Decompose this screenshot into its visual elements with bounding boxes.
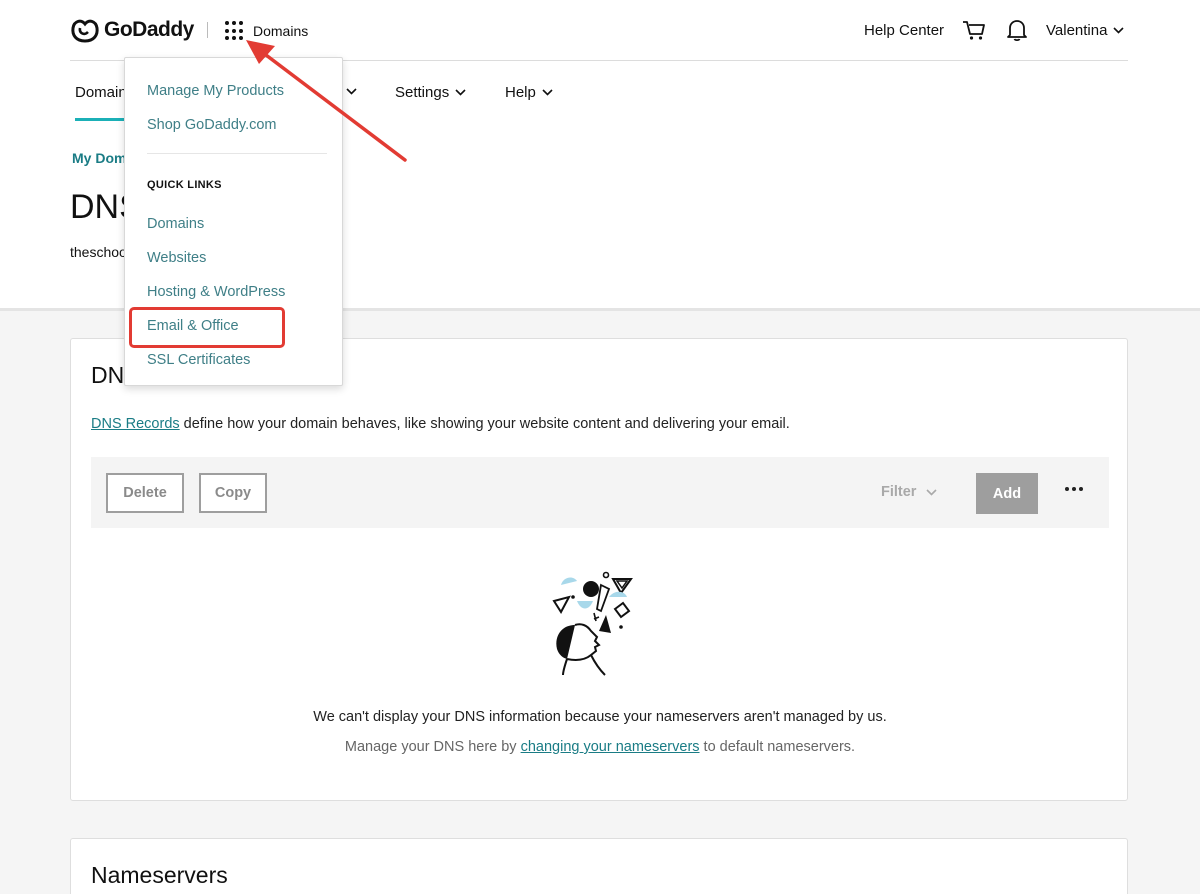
dns-description: DNS Records define how your domain behav… <box>91 416 790 432</box>
dns-toolbar: Delete Copy Filter Add <box>91 457 1109 528</box>
apps-dropdown-menu: Manage My Products Shop GoDaddy.com QUIC… <box>124 57 343 386</box>
chevron-down-icon <box>455 89 466 96</box>
dns-records-card: DN DNS Records define how your domain be… <box>70 338 1128 801</box>
chevron-down-icon <box>1113 27 1125 34</box>
subnav-item-domain[interactable]: Domain <box>75 84 127 101</box>
empty-state-message: We can't display your DNS information be… <box>313 709 887 725</box>
product-name[interactable]: Domains <box>253 23 308 39</box>
dns-description-text: define how your domain behaves, like sho… <box>179 416 790 432</box>
chevron-down-icon <box>926 488 938 496</box>
user-name: Valentina <box>1046 22 1108 39</box>
help-center-link[interactable]: Help Center <box>864 22 944 39</box>
empty-sub-suffix: to default nameservers. <box>699 739 856 755</box>
godaddy-logo-icon <box>71 19 99 43</box>
subnav-item-help[interactable]: Help <box>505 84 553 101</box>
empty-state-subtext: Manage your DNS here by changing your na… <box>71 739 1129 755</box>
menu-item-hosting-wordpress[interactable]: Hosting & WordPress <box>147 284 285 300</box>
subnav-item-label: Help <box>505 84 536 101</box>
dns-records-link[interactable]: DNS Records <box>91 416 180 432</box>
menu-divider <box>147 153 327 154</box>
cart-icon[interactable] <box>962 19 986 41</box>
nameservers-card-title: Nameservers <box>91 862 228 888</box>
subnav-active-indicator <box>75 118 125 121</box>
menu-item-email-office[interactable]: Email & Office <box>147 318 239 334</box>
menu-item-shop-godaddy[interactable]: Shop GoDaddy.com <box>147 117 277 133</box>
more-options-icon[interactable] <box>1061 479 1087 499</box>
menu-item-domains[interactable]: Domains <box>147 216 204 232</box>
header-divider <box>207 22 208 38</box>
menu-item-websites[interactable]: Websites <box>147 250 206 266</box>
change-nameservers-link[interactable]: changing your nameservers <box>521 739 700 755</box>
bell-icon[interactable] <box>1006 18 1028 42</box>
copy-button[interactable]: Copy <box>199 473 267 513</box>
quick-links-heading: QUICK LINKS <box>147 179 222 191</box>
subnav-item-settings[interactable]: Settings <box>395 84 466 101</box>
delete-button[interactable]: Delete <box>106 473 184 513</box>
menu-item-ssl-certificates[interactable]: SSL Certificates <box>147 352 250 368</box>
chevron-down-icon[interactable] <box>346 88 357 95</box>
subnav-item-label: Domain <box>75 84 127 101</box>
apps-grid-button[interactable] <box>225 21 245 41</box>
godaddy-logo[interactable]: GoDaddy <box>70 17 194 43</box>
empty-sub-prefix: Manage your DNS here by <box>344 739 521 755</box>
dns-card-title: DN <box>91 362 125 388</box>
filter-dropdown[interactable]: Filter <box>881 484 938 500</box>
domain-name: theschoo <box>70 244 127 260</box>
empty-state-illustration <box>552 571 633 676</box>
subnav-item-label: Settings <box>395 84 450 101</box>
breadcrumb[interactable]: My Dom <box>72 150 126 166</box>
chevron-down-icon <box>542 89 553 96</box>
menu-item-manage-products[interactable]: Manage My Products <box>147 83 284 99</box>
logo-text: GoDaddy <box>104 18 194 41</box>
add-button[interactable]: Add <box>976 473 1038 514</box>
filter-label: Filter <box>881 484 917 500</box>
nameservers-card: Nameservers <box>70 838 1128 894</box>
user-menu[interactable]: Valentina <box>1046 22 1125 39</box>
top-header: GoDaddy Domains Help Center Valentina <box>0 0 1200 62</box>
